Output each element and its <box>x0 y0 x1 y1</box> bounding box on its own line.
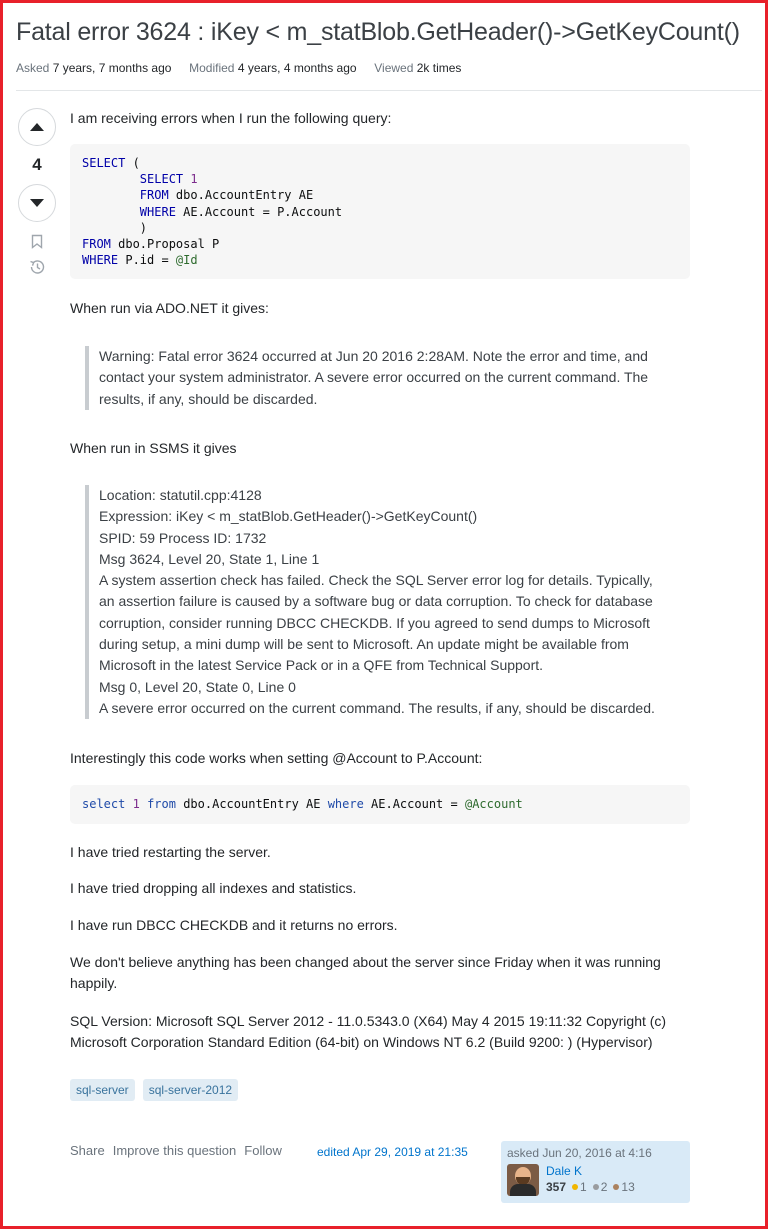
ssms-line: Location: statutil.cpp:4128 <box>99 487 262 503</box>
ssms-line: an assertion failure is caused by a soft… <box>99 593 653 610</box>
ssms-line: Microsoft in the latest Service Pack or … <box>99 657 544 674</box>
interesting-paragraph: Interestingly this code works when setti… <box>70 750 483 766</box>
intro-paragraph: I am receiving errors when I run the fol… <box>70 110 392 126</box>
asked-timestamp: asked Jun 20, 2016 at 4:16 <box>507 1146 652 1160</box>
tag-sql-server[interactable]: sql-server <box>70 1079 135 1101</box>
reputation-score: 357 <box>546 1180 567 1194</box>
ssms-line: Expression: iKey < m_statBlob.GetHeader(… <box>99 508 478 525</box>
asked-label: Asked <box>16 61 50 75</box>
down-arrow-icon <box>30 199 44 207</box>
improve-question-link[interactable]: Improve this question <box>113 1143 237 1158</box>
edited-link[interactable]: edited Apr 29, 2019 at 21:35 <box>317 1145 468 1159</box>
owner-info: Dale K 357 1 2 13 <box>546 1164 635 1196</box>
ssms-line: Msg 3624, Level 20, State 1, Line 1 <box>99 550 320 567</box>
code-line: WHERE AE.Account = P.Account <box>139 204 343 219</box>
owner-card: asked Jun 20, 2016 at 4:16 Dale K 357 1 2 1… <box>501 1141 690 1203</box>
tag-list: sql-server sql-server-2012 <box>70 1079 239 1101</box>
modified-label: Modified <box>189 61 235 75</box>
gold-badge-count: 1 <box>580 1180 587 1194</box>
friday-line-1: We don't believe anything has been chang… <box>70 954 661 970</box>
vote-column: 4 <box>18 108 56 276</box>
history-icon <box>30 260 45 274</box>
ssms-line: A severe error occurred on the current c… <box>99 699 655 716</box>
avatar[interactable] <box>507 1164 539 1196</box>
restart-paragraph: I have tried restarting the server. <box>70 844 271 860</box>
bronze-badge-icon <box>613 1184 620 1190</box>
friday-paragraph: We don't believe anything has been chang… <box>70 952 690 994</box>
ssms-intro: When run in SSMS it gives <box>70 440 237 456</box>
ssms-line: during setup, a mini dump will be sent t… <box>99 636 629 653</box>
upvote-button[interactable] <box>18 108 56 146</box>
owner-user: Dale K 357 1 2 13 <box>507 1164 684 1196</box>
tag-sql-server-2012[interactable]: sql-server-2012 <box>142 1079 239 1101</box>
bronze-badge-count: 13 <box>621 1180 635 1194</box>
asked-value: 7 years, 7 months ago <box>52 61 172 75</box>
code-block-query: SELECT ( SELECT 1 FROM dbo.AccountEntry … <box>70 144 690 279</box>
code-line: WHERE P.id = @Id <box>82 253 198 268</box>
code-line: SELECT 1 <box>139 172 198 187</box>
version-paragraph: SQL Version: Microsoft SQL Server 2012 -… <box>70 1011 710 1053</box>
bookmark-button[interactable] <box>18 234 56 249</box>
silver-badge-icon <box>592 1184 599 1190</box>
ssms-line: SPID: 59 Process ID: 1732 <box>99 529 267 546</box>
friday-line-2: happily. <box>70 975 118 991</box>
ssms-line: Msg 0, Level 20, State 0, Line 0 <box>99 678 296 695</box>
ado-error-quote: Warning: Fatal error 3624 occurred at Ju… <box>85 346 685 410</box>
checkdb-paragraph: I have run DBCC CHECKDB and it returns n… <box>70 917 398 933</box>
code-line: SELECT ( <box>82 156 140 170</box>
owner-reputation: 357 1 2 13 <box>546 1179 635 1195</box>
ssms-line: A system assertion check has failed. Che… <box>99 572 653 589</box>
version-line-1: SQL Version: Microsoft SQL Server 2012 -… <box>70 1013 667 1029</box>
timeline-button[interactable] <box>18 258 56 276</box>
bookmark-icon <box>31 234 43 249</box>
question-title[interactable]: Fatal error 3624 : iKey < m_statBlob.Get… <box>16 18 740 47</box>
share-link[interactable]: Share <box>70 1143 105 1158</box>
ssms-line: corruption, consider running DBCC CHECKD… <box>99 614 650 631</box>
dropping-paragraph: I have tried dropping all indexes and st… <box>70 880 357 896</box>
viewed-value: 2k times <box>416 61 462 75</box>
up-arrow-icon <box>30 123 44 131</box>
version-line-2: Microsoft Corporation Standard Edition (… <box>70 1034 653 1050</box>
silver-badge-count: 2 <box>600 1180 608 1194</box>
post-actions: Share Improve this question Follow <box>70 1143 282 1158</box>
ado-intro: When run via ADO.NET it gives: <box>70 300 269 316</box>
header-divider <box>16 90 762 91</box>
code-line: ) <box>82 220 148 235</box>
vote-count: 4 <box>32 155 42 174</box>
gold-badge-icon <box>572 1184 579 1190</box>
downvote-button[interactable] <box>18 184 56 222</box>
ssms-error-quote: Location: statutil.cpp:4128 Expression: … <box>85 485 685 720</box>
viewed-label: Viewed <box>374 61 414 75</box>
follow-link[interactable]: Follow <box>244 1143 282 1158</box>
question-meta: Asked 7 years, 7 months ago Modified 4 y… <box>16 61 461 75</box>
code-line: FROM dbo.Proposal P <box>82 237 220 252</box>
code-line: FROM dbo.AccountEntry AE <box>139 188 314 203</box>
code-block-working: select 1 from dbo.AccountEntry AE where … <box>70 785 690 824</box>
modified-value[interactable]: 4 years, 4 months ago <box>238 61 357 75</box>
owner-name-link[interactable]: Dale K <box>546 1164 635 1179</box>
